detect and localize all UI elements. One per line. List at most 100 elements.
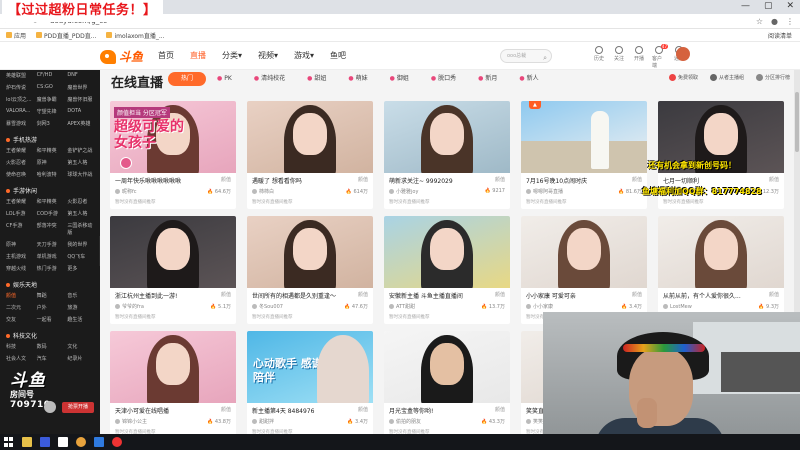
anchor-name[interactable]: LostMew xyxy=(663,303,692,310)
sidebar-item[interactable]: 魔兽怀旧服 xyxy=(67,96,96,103)
douyu-logo[interactable]: 斗鱼 xyxy=(100,48,143,65)
stream-thumbnail[interactable] xyxy=(384,331,510,403)
sidebar-item[interactable]: 交友 xyxy=(6,316,35,323)
stream-card[interactable]: 从前从前，有个人爱你很久...颜值LostMew🔥 9.3万暂时没有直播间推荐 xyxy=(658,216,784,324)
sidebar-item[interactable]: 使命召唤 xyxy=(6,171,35,178)
sidebar-item[interactable]: 颜值 xyxy=(6,292,35,299)
sidebar-item[interactable]: 天刀手游 xyxy=(37,241,66,248)
folder-icon[interactable] xyxy=(22,437,32,447)
sidebar-item[interactable]: COD手游 xyxy=(37,210,66,217)
stream-card[interactable]: 小小家康 可爱可亲颜值小小家康🔥 3.4万暂时没有直播间推荐 xyxy=(521,216,647,324)
stream-title[interactable]: 遇暖了 想看看你吗 xyxy=(247,173,373,185)
sidebar-item[interactable]: 英雄联盟 xyxy=(6,72,35,79)
anchor-name[interactable]: 甜甜拌 xyxy=(252,418,274,425)
chrome-icon[interactable] xyxy=(76,437,86,447)
minimize-icon[interactable]: — xyxy=(741,1,750,11)
anchor-name[interactable]: 爷爷的fra xyxy=(115,303,144,310)
user-avatar[interactable] xyxy=(676,47,690,61)
stream-title[interactable]: 浙江杭州主播到此一游! xyxy=(110,288,236,300)
sidebar-item[interactable]: 原神 xyxy=(6,241,35,248)
stream-card[interactable]: 心动歌手 感谢陪伴 新主播第4天 8484976 颜值 甜甜拌 🔥 3.4万 暂时没有直播… xyxy=(247,331,373,434)
sidebar-item[interactable]: 魔兽世界 xyxy=(67,84,96,91)
upload-button[interactable]: 开播 xyxy=(632,46,646,69)
stream-thumbnail[interactable] xyxy=(521,216,647,288)
sidebar-item[interactable]: 旅游 xyxy=(67,304,96,311)
stream-title[interactable]: 天津小可爱在线唱播 xyxy=(110,403,236,415)
stream-thumbnail[interactable] xyxy=(110,331,236,403)
stream-title[interactable]: 安徽新主播 斗鱼主播直播间 xyxy=(384,288,510,300)
stream-category-tag[interactable]: 颜值 xyxy=(632,176,642,183)
sidebar-item[interactable]: 音乐 xyxy=(67,292,96,299)
reading-list[interactable]: 阅读清单 xyxy=(768,31,792,40)
sidebar-item[interactable]: 哈利波特 xyxy=(37,171,66,178)
sidebar-item[interactable]: APEX英雄 xyxy=(67,120,96,127)
anchor-name[interactable]: ATT甜甜 xyxy=(389,303,415,310)
stream-title[interactable]: 月光宝盒等你哟! xyxy=(384,403,510,415)
stream-thumbnail[interactable] xyxy=(247,101,373,173)
sidebar-item[interactable]: 二次元 xyxy=(6,304,35,311)
sidebar-item[interactable]: 和平精英 xyxy=(37,198,66,205)
tab-category[interactable]: 热门 xyxy=(168,72,206,86)
stream-card[interactable]: 颜值担当 分区冠军 超级可爱的女孩子 一周年快乐啾啾啾啾啾啾 颜值 昵称fc 🔥 64.6… xyxy=(110,101,236,209)
stream-thumbnail[interactable] xyxy=(384,101,510,173)
tab-category[interactable]: ● 新月 xyxy=(467,72,508,86)
anchor-name[interactable]: 冬Sou007 xyxy=(252,303,283,310)
anchor-name[interactable]: 柿柿白 xyxy=(252,188,274,195)
tab-category[interactable]: ● PK xyxy=(206,72,243,86)
sidebar-item[interactable]: DOTA xyxy=(67,108,96,115)
sidebar-item[interactable]: 舞蹈 xyxy=(37,292,66,299)
sidebar-item[interactable]: 主机游戏 xyxy=(6,253,35,260)
anchor-name[interactable]: 小小家康 xyxy=(526,303,553,310)
anchor-name[interactable]: 笑笑 xyxy=(526,418,543,425)
rank-link[interactable]: 分区排行榜 xyxy=(755,74,790,81)
sidebar-item[interactable]: 原神 xyxy=(37,159,66,166)
sidebar-item[interactable]: 炉石传说 xyxy=(6,84,35,91)
sidebar-item[interactable]: 数码 xyxy=(37,343,66,350)
anchor-name[interactable]: 小雅雅joy xyxy=(389,188,418,195)
stream-title[interactable]: 从前从前，有个人爱你很久... xyxy=(658,288,784,300)
stream-thumbnail[interactable]: 心动歌手 感谢陪伴 xyxy=(247,331,373,403)
windows-start-icon[interactable] xyxy=(4,437,14,447)
sidebar-item[interactable]: 社会人文 xyxy=(6,355,35,362)
stream-category-tag[interactable]: 颜值 xyxy=(221,291,231,298)
stream-category-tag[interactable]: 颜值 xyxy=(221,406,231,413)
sidebar-item[interactable]: 三国杀移动版 xyxy=(67,222,96,236)
sidebar-item[interactable]: 穿越火线 xyxy=(6,265,35,272)
maximize-icon[interactable]: ▢ xyxy=(764,1,773,11)
nav-video[interactable]: 视频▾ xyxy=(258,50,278,61)
tab-category[interactable]: ● 脱口秀 xyxy=(420,72,467,86)
sidebar-item[interactable]: CF/HD xyxy=(37,72,66,79)
sidebar-item[interactable]: 纪录片 xyxy=(67,355,96,362)
word-icon[interactable] xyxy=(40,437,50,447)
stream-card[interactable]: 世间所有的相遇都是久别重逢～ 颜值 冬Sou007 🔥 47.6万 暂时没有直播间推荐 xyxy=(247,216,373,324)
sidebar-item[interactable]: 户外 xyxy=(37,304,66,311)
sidebar-item[interactable]: VALORA... xyxy=(6,108,35,115)
sidebar-item[interactable]: 球球大作战 xyxy=(67,171,96,178)
sidebar-item[interactable]: 火影忍者 xyxy=(6,159,35,166)
sidebar-item[interactable]: 第五人格 xyxy=(67,159,96,166)
tab-category[interactable]: ● 萌妹 xyxy=(337,72,378,86)
bookmark-pdd[interactable]: PDD直播_PDD直... xyxy=(36,31,96,40)
anchor-name[interactable]: 锦锦小公主 xyxy=(115,418,147,425)
stream-category-tag[interactable]: 颜值 xyxy=(358,406,368,413)
sidebar-item[interactable]: 魔兽争霸 xyxy=(37,96,66,103)
search-icon[interactable]: ⌕ xyxy=(543,52,547,64)
stream-category-tag[interactable]: 颜值 xyxy=(495,406,505,413)
stream-title[interactable]: 世间所有的相遇都是久别重逢～ xyxy=(247,288,373,300)
free-gift-link[interactable]: 免费领取 xyxy=(668,74,698,81)
app-icon[interactable] xyxy=(58,437,68,447)
douyu-app-icon[interactable] xyxy=(112,437,122,447)
nav-games[interactable]: 游戏▾ xyxy=(294,50,314,61)
stream-card[interactable]: 天津小可爱在线唱播 颜值 锦锦小公主 🔥 43.8万 暂时没有直播间推荐 xyxy=(110,331,236,434)
sidebar-item[interactable]: 趣生活 xyxy=(67,316,96,323)
sidebar-item[interactable]: LOL手游 xyxy=(6,210,35,217)
bookmark-apps[interactable]: 应用 xyxy=(6,31,26,40)
sidebar-item[interactable]: 金铲铲之战 xyxy=(67,147,96,154)
stream-card[interactable]: 安徽新主播 斗鱼主播直播间 颜值 ATT甜甜 🔥 13.7万 暂时没有直播间推荐 xyxy=(384,216,510,324)
scrollbar-thumb[interactable] xyxy=(795,92,799,152)
sidebar-item[interactable]: 我的世界 xyxy=(67,241,96,248)
stream-category-tag[interactable]: 颜值 xyxy=(358,176,368,183)
stream-thumbnail[interactable] xyxy=(384,216,510,288)
stream-title[interactable]: 萌新求关注~ 9992029 xyxy=(384,173,510,185)
stream-category-tag[interactable]: 颜值 xyxy=(221,176,231,183)
